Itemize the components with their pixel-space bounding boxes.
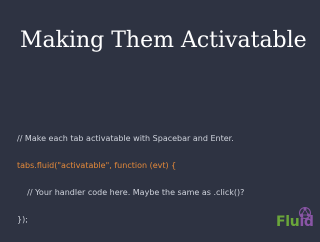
slide-title: Making Them Activatable	[20, 28, 307, 53]
code-line: tabs.fluid("activatable", function (evt)…	[17, 161, 177, 170]
code-line: });	[17, 215, 28, 224]
fluid-logo: Fluid	[276, 206, 316, 234]
code-line: // Make each tab activatable with Spaceb…	[17, 134, 234, 143]
logo-text-tail: id	[299, 214, 314, 230]
slide: Making Them Activatable // Make each tab…	[0, 0, 320, 240]
fluid-logo-text: Fluid	[276, 214, 314, 230]
logo-text-main: Flu	[276, 214, 300, 230]
code-line: // Your handler code here. Maybe the sam…	[17, 188, 245, 197]
code-block: // Make each tab activatable with Spaceb…	[17, 116, 244, 242]
